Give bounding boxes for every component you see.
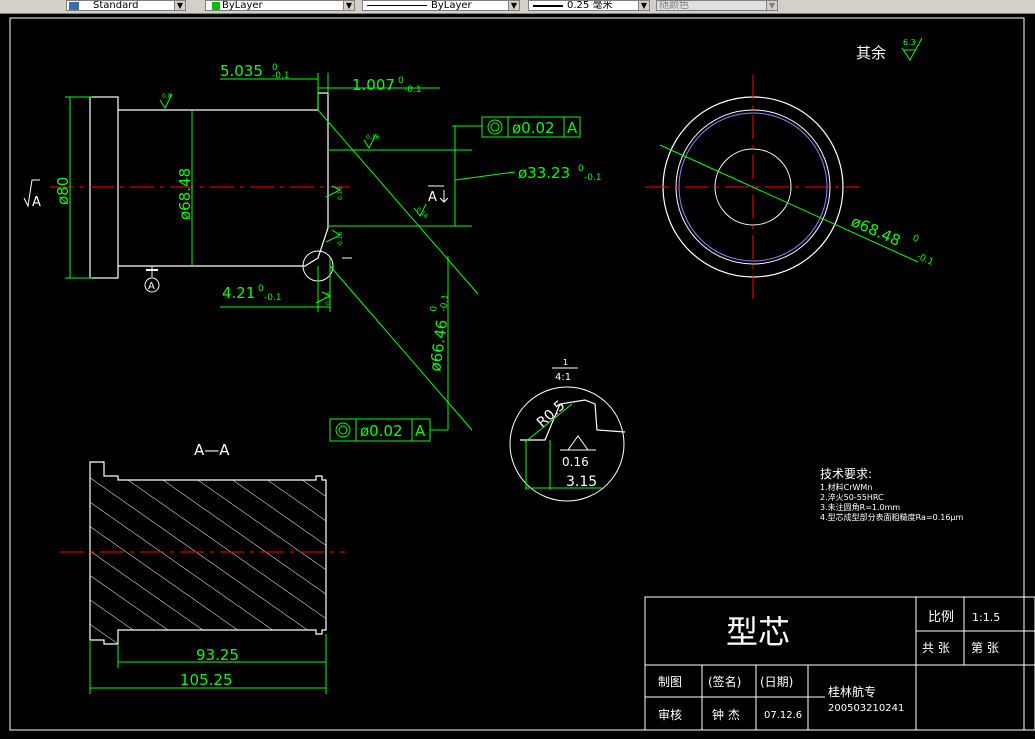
layer-color-select[interactable]: ByLayer ▼: [205, 0, 355, 11]
concentricity-icon: [335, 422, 351, 438]
body-outline: [118, 92, 329, 267]
dim-d10525: 105.25: [180, 671, 233, 689]
section-label-left: A: [32, 195, 41, 210]
part-name: 型芯: [726, 613, 790, 651]
text-style-value: Standard: [93, 0, 139, 11]
dim-d016: 0.16: [562, 455, 589, 469]
dim-d3323: ø33.23: [518, 164, 570, 182]
dim-d5035: 5.035: [220, 62, 263, 80]
section-title: A—A: [194, 441, 230, 459]
rough-016a: 0.16: [366, 134, 380, 141]
dim-d1007: 1.007: [352, 76, 395, 94]
datum-label: A: [148, 281, 155, 292]
check-label: 审核: [658, 707, 682, 722]
chevron-down-icon[interactable]: ▼: [174, 1, 185, 10]
dim-d315: 3.15: [566, 474, 597, 490]
section-view: A—A 93.25 105.25: [60, 441, 345, 694]
tech-item: 3.未注圆角R=1.0mm: [820, 502, 900, 512]
scale-value: 1:1.5: [972, 611, 1000, 624]
roughness-rest-label: 其余: [856, 44, 886, 62]
tol-frame-2-value: ø0.02: [360, 422, 403, 440]
tech-item: 2.淬火50-55HRC: [820, 492, 884, 502]
sheets-total: 共 张: [922, 641, 950, 655]
chevron-down-icon[interactable]: ▼: [508, 1, 519, 10]
chevron-down-icon[interactable]: ▼: [638, 1, 649, 10]
scale-label: 比例: [928, 610, 954, 625]
lineweight-select[interactable]: 0.25 毫米 ▼: [528, 0, 650, 11]
plot-style-value: 随颜色: [659, 0, 689, 11]
plot-style-select[interactable]: 随颜色 ▼: [656, 0, 778, 11]
dim-d1007-tol2: -0.1: [404, 85, 422, 95]
rough-016e: 0.16: [325, 291, 332, 305]
tech-title: 技术要求:: [820, 467, 872, 481]
dim-d6646: ø66.46: [426, 318, 451, 372]
rough-016b: 0.16: [337, 186, 344, 200]
detail-label-scale: 4:1: [555, 372, 571, 383]
drawn-label: 制图: [658, 675, 682, 689]
dim-d80: ø80: [54, 177, 72, 205]
drawing-canvas[interactable]: A A A ø80 ø68.48 5.035 0 -0.1 1.007 0 -0…: [0, 14, 1035, 739]
tol-frame-1-datum: A: [567, 119, 578, 137]
section-arrow-icon: [439, 190, 449, 203]
toolbar: Standard ▼ ByLayer ▼ ByLayer ▼ 0.25 毫米 ▼…: [0, 0, 1035, 14]
text-style-select[interactable]: Standard ▼: [66, 0, 186, 11]
chevron-down-icon[interactable]: ▼: [766, 1, 777, 10]
school-name: 桂林航专: [828, 684, 876, 699]
tech-requirements: 技术要求: 1.材料CrWMn 2.淬火50-55HRC 3.未注圆角R=1.0…: [820, 467, 964, 522]
rough-016d: 0.16: [337, 231, 344, 245]
lineweight-sample-icon: [533, 5, 563, 7]
dim-d421: 4.21: [222, 284, 255, 302]
tech-item: 1.材料CrWMn: [820, 482, 872, 492]
dim-d6646-tol2: -0.1: [439, 294, 451, 313]
date-label: (日期): [760, 675, 793, 689]
checker-name: 钟 杰: [712, 707, 740, 722]
detail-view: 1 4:1 R0.5 0.16 3.15: [509, 358, 626, 502]
sign-label: (签名): [708, 674, 741, 689]
tol-frame-2-datum: A: [415, 422, 426, 440]
color-swatch-icon: [212, 2, 220, 10]
section-label-right: A: [428, 190, 437, 205]
date-value: 07.12.6: [764, 710, 802, 721]
tolerance-frame-2: ø0.02 A: [329, 418, 431, 442]
concentricity-icon: [487, 119, 503, 135]
tol-frame-1-value: ø0.02: [512, 119, 555, 137]
sheet-no: 第 张: [971, 641, 999, 655]
dim-d6848b-tol: 0: [911, 234, 921, 246]
tech-item: 4.型芯成型部分表面粗糙度Ra=0.16μm: [820, 512, 964, 522]
detail-label-num: 1: [563, 358, 568, 367]
roughness-rest-value: 6.3: [903, 38, 916, 47]
tolerance-frame-1: ø0.02 A: [481, 116, 581, 138]
chevron-down-icon[interactable]: ▼: [343, 1, 354, 10]
dim-d5035-tol2: -0.1: [272, 71, 290, 81]
rough-08: 0.8: [162, 93, 172, 100]
dim-d3323-tol2: -0.1: [584, 173, 602, 183]
dim-d6848: ø68.48: [176, 168, 194, 220]
end-view: ø68.48 0 -0.1: [645, 75, 935, 300]
roughness-icon: [567, 435, 589, 451]
dim-d421-tol2: -0.1: [264, 293, 282, 303]
roughness-symbols: 0.8 0.16 0.16 0.16 0.16 0.16: [159, 93, 430, 305]
dim-d6848b: ø68.48: [848, 212, 903, 250]
linetype-select[interactable]: ByLayer ▼: [362, 0, 520, 11]
linetype-sample-icon: [367, 5, 427, 6]
student-id: 200503210241: [828, 703, 904, 714]
dim-d9325: 93.25: [196, 646, 239, 664]
front-view: A A A: [23, 92, 449, 293]
text-style-icon: [69, 2, 79, 10]
rough-016c: 0.16: [415, 206, 430, 220]
dim-d6848b-tol2: -0.1: [915, 252, 935, 268]
